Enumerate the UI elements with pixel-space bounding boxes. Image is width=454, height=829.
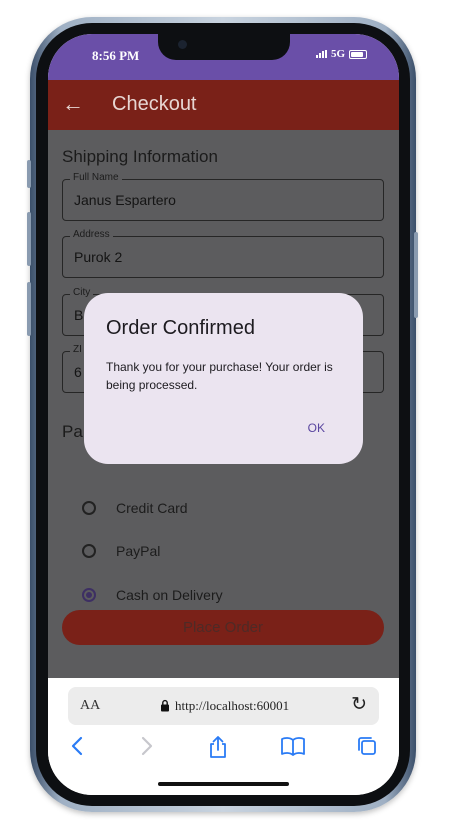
- ok-button[interactable]: OK: [308, 421, 325, 435]
- tabs-icon[interactable]: [356, 735, 378, 757]
- app-bar: ← Checkout: [48, 80, 399, 130]
- power-button: [414, 232, 418, 318]
- field-label: City: [70, 287, 94, 298]
- lock-icon: [161, 699, 169, 712]
- field-value: 6: [74, 364, 82, 380]
- payment-option-cash-on-delivery[interactable]: Cash on Delivery: [82, 584, 223, 606]
- shipping-section-title: Shipping Information: [62, 147, 218, 166]
- field-value: Janus Espartero: [74, 192, 176, 208]
- network-label: 5G: [330, 48, 345, 60]
- status-indicators: 5G: [315, 48, 367, 60]
- url-text[interactable]: http://localhost:60001: [175, 698, 289, 714]
- camera-icon: [178, 40, 187, 49]
- page-title: Checkout: [112, 93, 197, 115]
- forward-icon[interactable]: [140, 735, 154, 757]
- field-value: Purok 2: [74, 249, 123, 265]
- radio-icon[interactable]: [82, 544, 96, 558]
- back-arrow-icon[interactable]: ←: [62, 91, 84, 117]
- field-label: Address: [70, 229, 113, 240]
- payment-option-label: PayPal: [116, 543, 161, 559]
- battery-icon: [349, 49, 367, 59]
- browser-chrome: AA http://localhost:60001 ↻: [48, 678, 399, 795]
- status-bar: 8:56 PM 5G: [48, 34, 399, 80]
- address-bar[interactable]: AA http://localhost:60001 ↻: [68, 687, 379, 725]
- payment-option-label: Credit Card: [116, 500, 188, 516]
- volume-up-button: [27, 212, 31, 266]
- address-field[interactable]: Address Purok 2: [62, 229, 384, 278]
- dialog-message: Thank you for your purchase! Your order …: [106, 360, 333, 392]
- back-icon[interactable]: [70, 735, 84, 757]
- status-time: 8:56 PM: [92, 48, 140, 63]
- field-value: B: [74, 307, 84, 323]
- field-label: ZI: [70, 344, 85, 355]
- payment-option-label: Cash on Delivery: [116, 587, 223, 603]
- radio-selected-icon[interactable]: [82, 588, 96, 602]
- full-name-field[interactable]: Full Name Janus Espartero: [62, 172, 384, 221]
- silent-switch: [27, 160, 31, 188]
- field-label: Full Name: [70, 172, 122, 183]
- payment-section-title: Pa: [62, 422, 83, 441]
- share-icon[interactable]: [207, 735, 229, 759]
- order-confirmed-dialog: Order Confirmed Thank you for your purch…: [84, 293, 363, 464]
- volume-down-button: [27, 282, 31, 336]
- home-indicator: [158, 782, 289, 786]
- reload-icon[interactable]: ↻: [351, 693, 367, 716]
- notch: [158, 34, 290, 60]
- bookmarks-icon[interactable]: [280, 735, 306, 757]
- signal-icon: [315, 50, 327, 58]
- dialog-title: Order Confirmed: [106, 317, 255, 339]
- text-size-button[interactable]: AA: [80, 698, 100, 714]
- phone-screen: 8:56 PM 5G ← Checkout Shipping Informati…: [48, 34, 399, 795]
- payment-option-paypal[interactable]: PayPal: [82, 540, 160, 562]
- payment-option-credit-card[interactable]: Credit Card: [82, 497, 188, 519]
- radio-icon[interactable]: [82, 501, 96, 515]
- place-order-button[interactable]: Place Order: [62, 610, 384, 645]
